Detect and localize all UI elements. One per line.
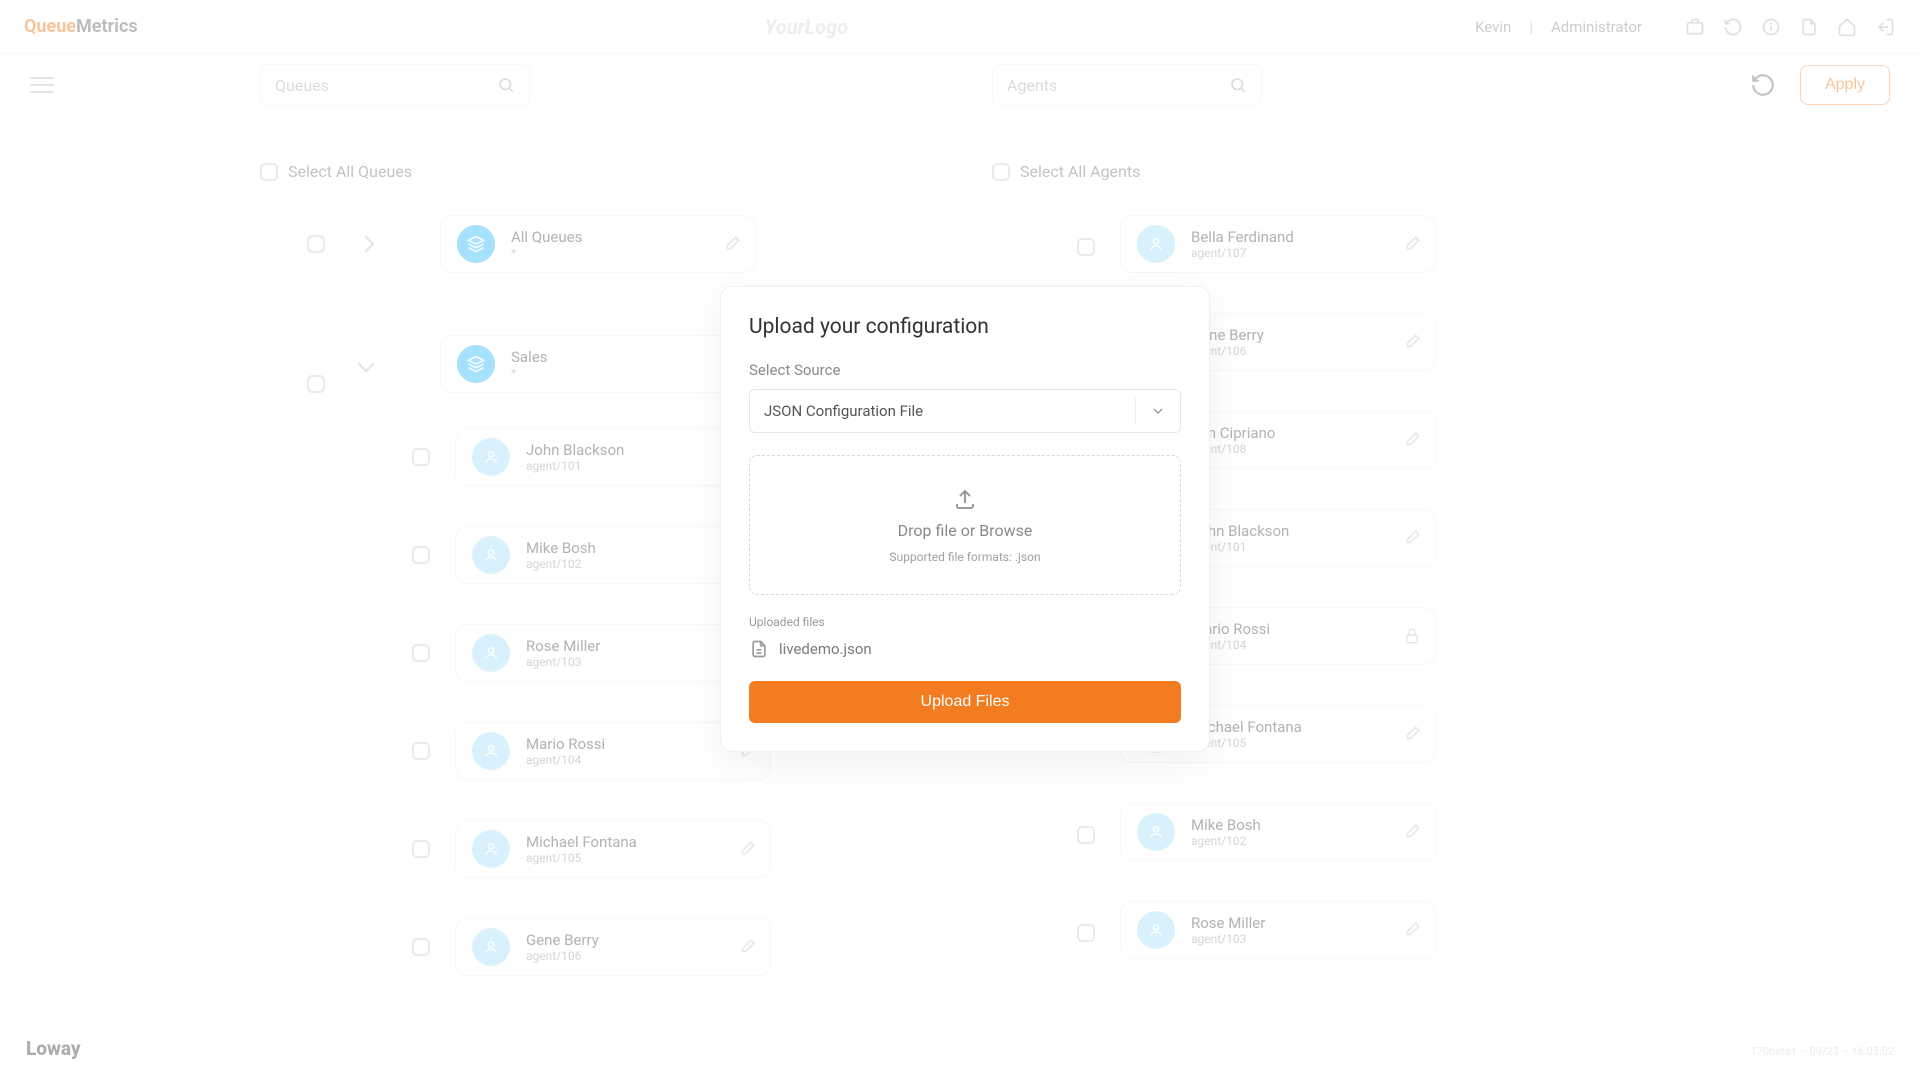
uploaded-files-label: Uploaded files xyxy=(749,615,1181,629)
uploaded-file-name: livedemo.json xyxy=(779,640,872,658)
source-select[interactable]: JSON Configuration File xyxy=(749,389,1181,433)
chevron-down-icon xyxy=(1150,403,1166,419)
modal-title: Upload your configuration xyxy=(749,315,1181,339)
upload-files-button[interactable]: Upload Files xyxy=(749,681,1181,723)
upload-config-modal: Upload your configuration Select Source … xyxy=(720,286,1210,752)
file-icon xyxy=(749,639,769,659)
source-label: Select Source xyxy=(749,361,1181,379)
upload-icon xyxy=(953,487,977,511)
file-dropzone[interactable]: Drop file or Browse Supported file forma… xyxy=(749,455,1181,595)
uploaded-file-row: livedemo.json xyxy=(749,639,1181,659)
